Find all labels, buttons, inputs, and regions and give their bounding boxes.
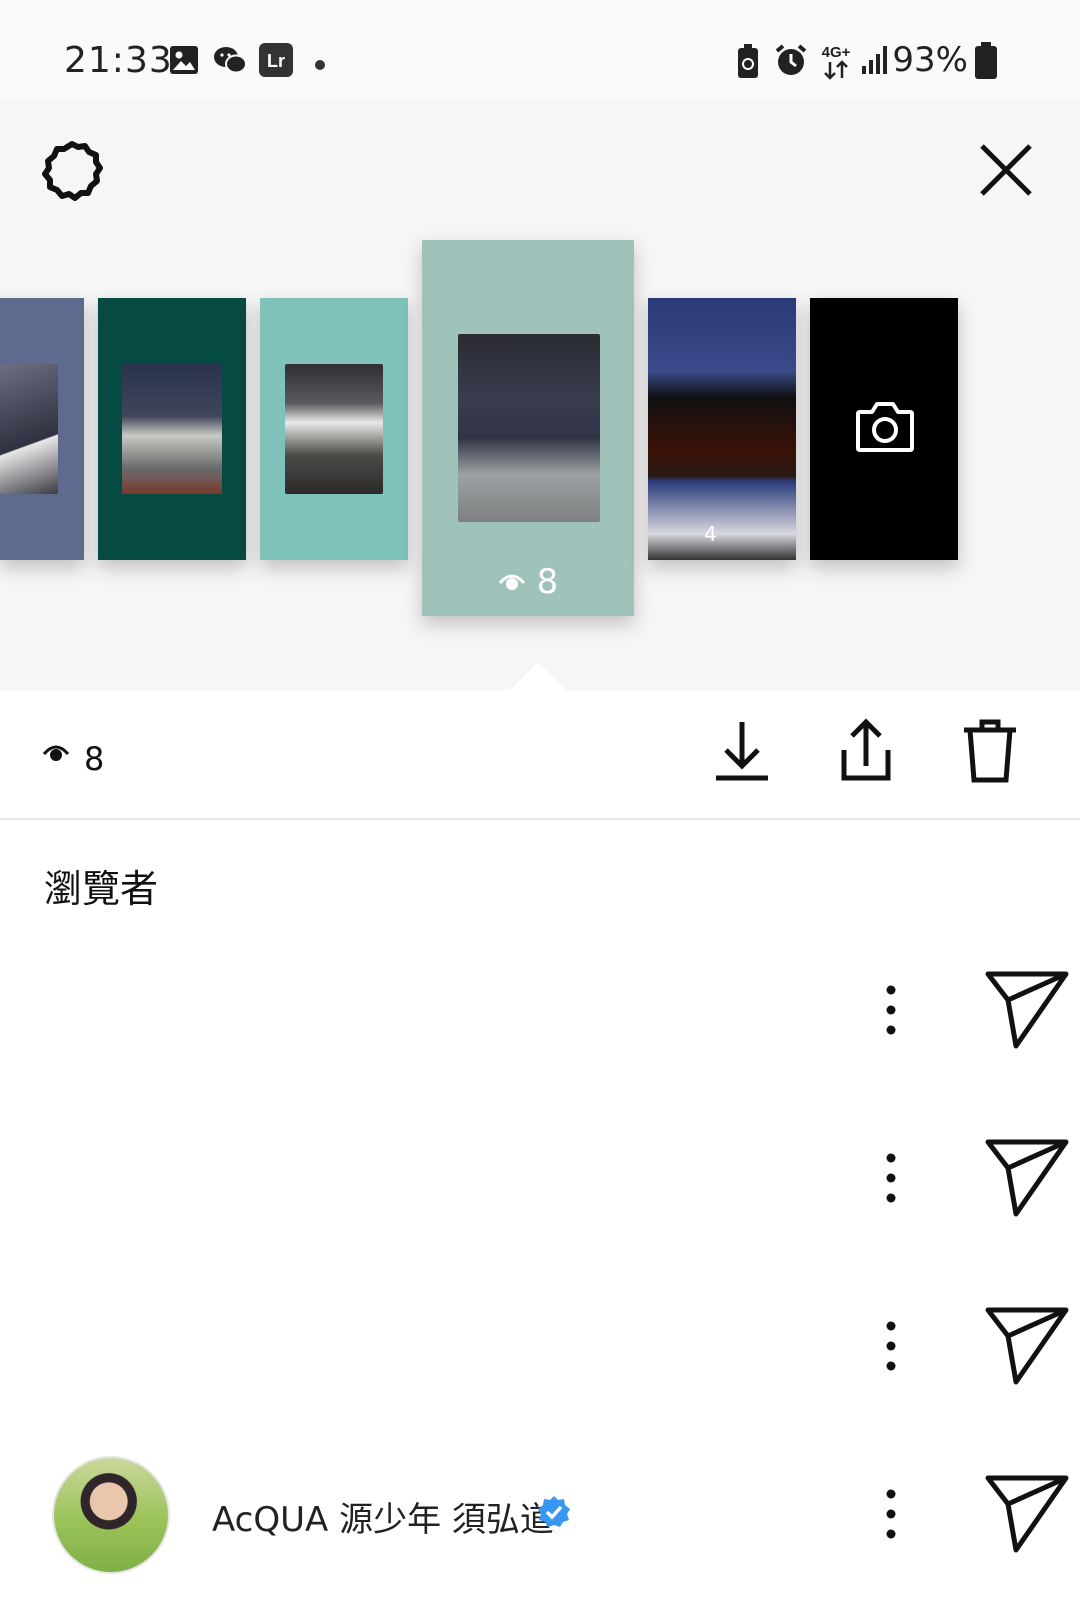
story-card-3[interactable] [260,298,408,560]
viewer-row[interactable] [0,1264,1080,1424]
story-photo [458,334,600,522]
download-button[interactable] [704,714,780,790]
gear-icon[interactable] [38,138,106,206]
gallery-icon [168,44,200,80]
story-card-5[interactable]: 4 [648,298,796,560]
send-message-icon[interactable] [982,962,1072,1052]
lightroom-icon: Lr [258,42,294,82]
viewer-row[interactable] [0,928,1080,1088]
add-story-card[interactable] [810,298,958,560]
close-icon[interactable] [976,140,1036,200]
status-time: 21:33 [64,40,173,81]
send-message-icon[interactable] [982,1298,1072,1388]
lightroom-label: Lr [267,51,285,71]
dot-icon [314,56,326,75]
story-card-4-selected[interactable]: 8 [422,240,634,616]
more-options-icon[interactable] [878,1148,904,1208]
more-options-icon[interactable] [878,980,904,1040]
battery-saver-icon [736,44,760,84]
selected-story-pointer [508,662,568,692]
more-options-icon[interactable] [878,1316,904,1376]
delete-button[interactable] [952,714,1028,790]
story-card-2[interactable] [98,298,246,560]
viewer-username[interactable]: AcQUA 源少年 須弘道 [212,1492,554,1541]
story-photo [0,364,58,494]
eye-icon [498,574,525,590]
viewers-title: 瀏覽者 [44,867,159,911]
share-icon [841,718,891,781]
signal-icon [860,44,892,80]
story-tray: 8 4 [0,240,1080,640]
story-action-bar: 8 [0,692,1080,820]
wechat-icon [212,44,248,80]
send-message-icon[interactable] [982,1466,1072,1556]
send-message-icon[interactable] [982,1130,1072,1220]
network-label: 4G+ [822,44,851,61]
battery-percent: 93% [892,40,968,80]
verified-badge-icon [536,1494,572,1530]
share-button[interactable] [828,714,904,790]
story-view-count: 8 [422,562,634,602]
alarm-icon [774,44,808,82]
story-photo [285,364,383,494]
story-photo [122,364,222,494]
network-4g-icon: 4G+ [818,42,854,84]
camera-icon [856,402,914,452]
viewer-row[interactable] [0,1096,1080,1256]
story-card-1[interactable] [0,298,84,560]
trash-icon [964,719,1016,783]
download-icon [716,722,768,781]
eye-icon [42,742,70,768]
status-bar: 21:33 Lr 4G+ 93% [0,0,1080,100]
battery-icon [974,42,998,84]
more-options-icon[interactable] [878,1484,904,1544]
story-overlay-count: 4 [704,522,717,546]
story-view-count-text: 8 [536,562,559,602]
viewer-count[interactable]: 8 [84,740,104,778]
avatar[interactable] [52,1456,170,1574]
